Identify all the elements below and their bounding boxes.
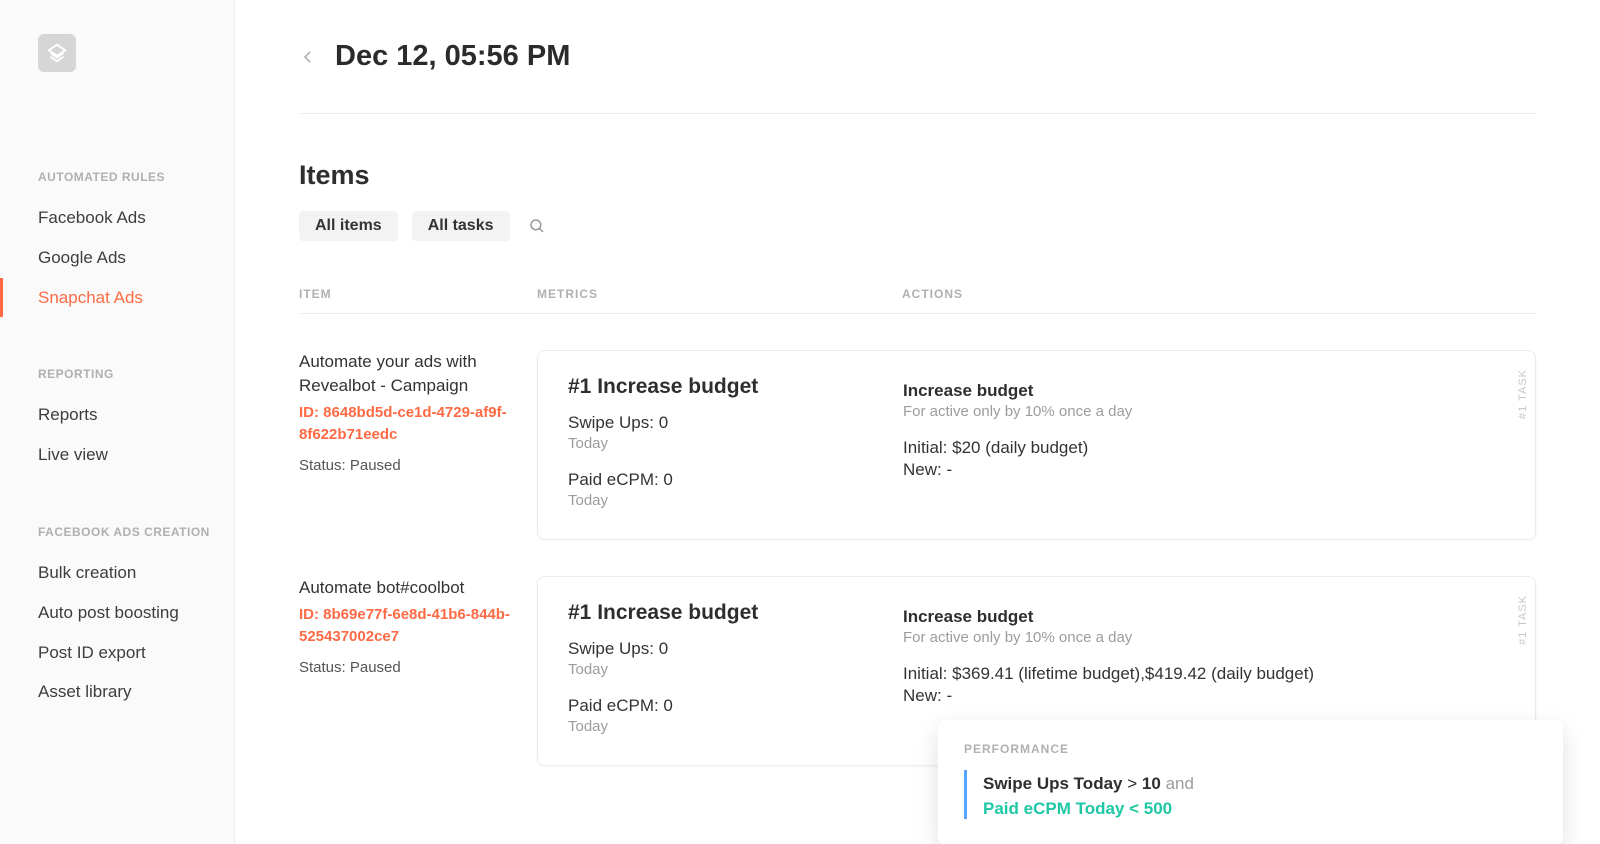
metric-paid-ecpm: Paid eCPM: 0 bbox=[568, 696, 903, 716]
performance-rule-1: Swipe Ups Today > 10 and bbox=[983, 770, 1537, 799]
divider bbox=[299, 113, 1536, 114]
main: Dec 12, 05:56 PM Items All items All tas… bbox=[235, 0, 1600, 844]
table-row: Automate your ads with Revealbot - Campa… bbox=[299, 350, 1536, 540]
item-id[interactable]: ID: 8648bd5d-ce1d-4729-af9f-8f622b71eedc bbox=[299, 402, 519, 447]
action-subtitle: For active only by 10% once a day bbox=[903, 629, 1465, 646]
sidebar: AUTOMATED RULES Facebook Ads Google Ads … bbox=[0, 0, 235, 844]
metric-paid-ecpm: Paid eCPM: 0 bbox=[568, 470, 903, 490]
task-card: #1 TASK #1 Increase budget Swipe Ups: 0 … bbox=[537, 576, 1536, 766]
column-header-item: ITEM bbox=[299, 287, 519, 301]
action-title: Increase budget bbox=[903, 381, 1465, 401]
action-title: Increase budget bbox=[903, 607, 1465, 627]
column-header-actions: ACTIONS bbox=[902, 287, 1536, 301]
sidebar-item-live-view[interactable]: Live view bbox=[0, 435, 234, 475]
task-card: #1 TASK #1 Increase budget Swipe Ups: 0 … bbox=[537, 350, 1536, 540]
action-subtitle: For active only by 10% once a day bbox=[903, 403, 1465, 420]
card-title: #1 Increase budget bbox=[568, 375, 903, 399]
perf1-metric: Swipe Ups Today bbox=[983, 774, 1123, 793]
section-heading-items: Items bbox=[299, 160, 1536, 191]
action-new-value: New: - bbox=[903, 686, 1465, 706]
item-status: Status: Paused bbox=[299, 659, 519, 676]
task-side-label: #1 TASK bbox=[1517, 595, 1529, 645]
app-logo[interactable] bbox=[38, 34, 76, 72]
item-status: Status: Paused bbox=[299, 457, 519, 474]
sidebar-item-post-id-export[interactable]: Post ID export bbox=[0, 633, 234, 673]
sidebar-item-facebook-ads[interactable]: Facebook Ads bbox=[0, 198, 234, 238]
perf1-and: and bbox=[1166, 774, 1194, 793]
back-arrow-icon[interactable] bbox=[299, 48, 317, 66]
metric-swipe-ups-range: Today bbox=[568, 661, 903, 678]
nav-section-reporting: REPORTING bbox=[0, 367, 234, 395]
nav-section-automated-rules: AUTOMATED RULES bbox=[0, 170, 234, 198]
item-name: Automate bot#coolbot bbox=[299, 576, 519, 600]
metric-swipe-ups: Swipe Ups: 0 bbox=[568, 413, 903, 433]
filter-all-tasks[interactable]: All tasks bbox=[412, 211, 510, 241]
metric-swipe-ups-range: Today bbox=[568, 435, 903, 452]
action-new-value: New: - bbox=[903, 460, 1465, 480]
page-title: Dec 12, 05:56 PM bbox=[335, 40, 570, 73]
perf1-value: 10 bbox=[1142, 774, 1161, 793]
performance-rule-2: Paid eCPM Today < 500 bbox=[983, 799, 1537, 819]
item-id[interactable]: ID: 8b69e77f-6e8d-41b6-844b-525437002ce7 bbox=[299, 604, 519, 649]
performance-popover: PERFORMANCE Swipe Ups Today > 10 and Pai… bbox=[938, 720, 1563, 844]
sidebar-item-auto-post-boosting[interactable]: Auto post boosting bbox=[0, 593, 234, 633]
sidebar-item-snapchat-ads[interactable]: Snapchat Ads bbox=[0, 278, 234, 318]
sidebar-item-asset-library[interactable]: Asset library bbox=[0, 672, 234, 712]
task-side-label: #1 TASK bbox=[1517, 369, 1529, 419]
nav-section-fb-ads-creation: FACEBOOK ADS CREATION bbox=[0, 525, 234, 553]
action-initial-value: Initial: $20 (daily budget) bbox=[903, 438, 1465, 458]
metric-swipe-ups: Swipe Ups: 0 bbox=[568, 639, 903, 659]
perf1-op: > bbox=[1127, 774, 1137, 793]
filter-all-items[interactable]: All items bbox=[299, 211, 398, 241]
search-icon[interactable] bbox=[524, 213, 550, 239]
item-name: Automate your ads with Revealbot - Campa… bbox=[299, 350, 519, 398]
column-header-metrics: METRICS bbox=[537, 287, 902, 301]
card-title: #1 Increase budget bbox=[568, 601, 903, 625]
sidebar-item-google-ads[interactable]: Google Ads bbox=[0, 238, 234, 278]
popover-heading: PERFORMANCE bbox=[964, 742, 1537, 756]
metric-paid-ecpm-range: Today bbox=[568, 492, 903, 509]
metric-paid-ecpm-range: Today bbox=[568, 718, 903, 735]
sidebar-item-bulk-creation[interactable]: Bulk creation bbox=[0, 553, 234, 593]
sidebar-item-reports[interactable]: Reports bbox=[0, 395, 234, 435]
action-initial-value: Initial: $369.41 (lifetime budget),$419.… bbox=[903, 664, 1465, 684]
table-row: Automate bot#coolbot ID: 8b69e77f-6e8d-4… bbox=[299, 576, 1536, 766]
